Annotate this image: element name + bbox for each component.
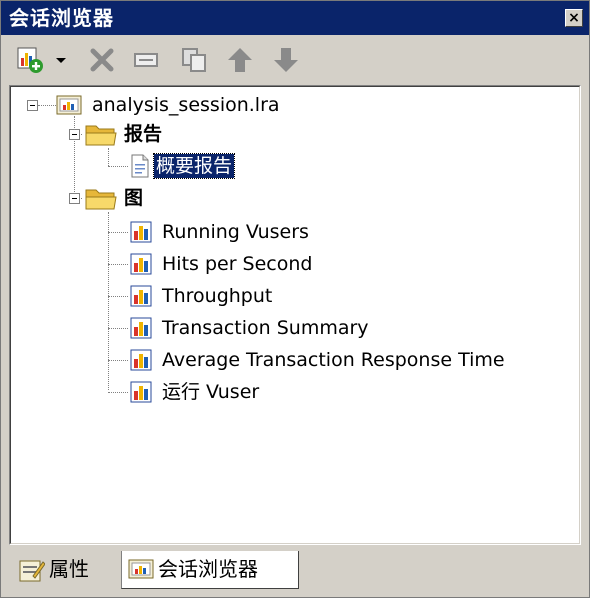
reports-collapse-toggle[interactable] bbox=[69, 129, 80, 140]
title-bar[interactable]: 会话浏览器 × bbox=[1, 1, 589, 35]
arrow-down-icon bbox=[274, 48, 298, 72]
duplicate-button[interactable] bbox=[179, 45, 209, 75]
graphs-folder-label[interactable]: 图 bbox=[124, 186, 143, 210]
window-title: 会话浏览器 bbox=[9, 6, 114, 30]
document-icon bbox=[131, 154, 149, 178]
bar-chart-icon bbox=[130, 285, 152, 307]
tab-properties[interactable]: 属性 bbox=[11, 551, 119, 589]
move-down-button[interactable] bbox=[271, 45, 301, 75]
toolbar bbox=[1, 37, 589, 81]
arrow-up-icon bbox=[228, 48, 252, 72]
bar-chart-icon bbox=[130, 253, 152, 275]
reports-folder-label[interactable]: 报告 bbox=[124, 122, 162, 146]
folder-open-icon bbox=[85, 189, 117, 210]
tab-session-explorer[interactable]: 会话浏览器 bbox=[121, 551, 299, 589]
graph-item-running-vuser-cn[interactable]: 运行 Vuser bbox=[162, 380, 259, 404]
delete-button[interactable] bbox=[87, 45, 117, 75]
rename-icon bbox=[134, 53, 158, 67]
session-tree: analysis_session.lra 报告 概要报告 图 Running V… bbox=[10, 86, 580, 544]
tab-properties-label: 属性 bbox=[49, 557, 89, 581]
session-icon bbox=[56, 95, 82, 115]
graph-item-avg-transaction-response-time[interactable]: Average Transaction Response Time bbox=[162, 348, 505, 372]
add-graph-icon bbox=[17, 47, 43, 73]
session-tree-panel[interactable]: analysis_session.lra 报告 概要报告 图 Running V… bbox=[9, 85, 581, 545]
rename-button[interactable] bbox=[131, 45, 161, 75]
graphs-collapse-toggle[interactable] bbox=[69, 193, 80, 204]
add-graph-dropdown-button[interactable] bbox=[51, 45, 71, 75]
tab-session-explorer-label: 会话浏览器 bbox=[158, 557, 258, 581]
folder-open-icon bbox=[85, 125, 117, 146]
report-item-summary[interactable]: 概要报告 bbox=[152, 153, 236, 179]
bar-chart-icon bbox=[130, 317, 152, 339]
session-icon bbox=[128, 559, 154, 579]
close-button[interactable]: × bbox=[565, 9, 583, 27]
add-graph-button[interactable] bbox=[15, 45, 45, 75]
graph-item-hits-per-second[interactable]: Hits per Second bbox=[162, 252, 312, 276]
tree-root-label[interactable]: analysis_session.lra bbox=[92, 93, 280, 117]
delete-x-icon bbox=[90, 48, 114, 72]
copy-icon bbox=[182, 48, 206, 72]
graph-item-throughput[interactable]: Throughput bbox=[162, 284, 272, 308]
close-icon: × bbox=[568, 10, 580, 26]
graph-item-transaction-summary[interactable]: Transaction Summary bbox=[162, 316, 369, 340]
session-explorer-window: 会话浏览器 × analysis_session.lra 报告 概要报告 图 R… bbox=[0, 0, 590, 598]
graph-item-running-vusers[interactable]: Running Vusers bbox=[162, 220, 309, 244]
bottom-tab-bar: 属性 会话浏览器 bbox=[1, 549, 589, 597]
bar-chart-icon bbox=[130, 349, 152, 371]
move-up-button[interactable] bbox=[225, 45, 255, 75]
bar-chart-icon bbox=[130, 221, 152, 243]
bar-chart-icon bbox=[130, 381, 152, 403]
root-collapse-toggle[interactable] bbox=[27, 100, 38, 111]
chevron-down-icon bbox=[56, 58, 66, 63]
properties-icon bbox=[19, 560, 45, 582]
